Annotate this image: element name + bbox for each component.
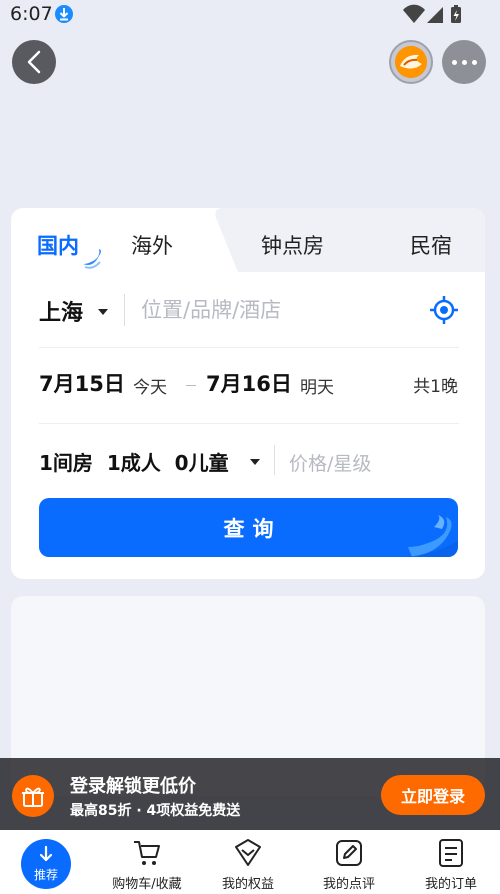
nights-count: 共1晚 <box>413 377 458 397</box>
wifi-icon <box>403 4 425 23</box>
cart-icon <box>134 841 160 865</box>
diamond-icon <box>235 839 261 866</box>
checkin-day: 今天 <box>133 378 167 398</box>
nav-label-recommend: 推荐 <box>33 868 58 882</box>
nav-item-cart-favorites[interactable]: 购物车/收藏 <box>103 830 191 894</box>
query-button-label: 查询 <box>223 518 282 541</box>
more-button[interactable] <box>442 40 486 84</box>
chevron-left-icon <box>27 50 41 74</box>
room-guest-selector[interactable]: 1间房 1成人 0儿童 <box>39 447 229 476</box>
status-time: 6:07 <box>10 3 53 25</box>
gift-icon <box>12 775 54 817</box>
caret-down-icon <box>250 459 260 465</box>
tab-homestay[interactable]: 民宿 <box>410 230 452 260</box>
system-status-icons <box>403 4 461 23</box>
tab-hourly-room[interactable]: 钟点房 <box>261 230 324 260</box>
edit-review-icon <box>336 840 362 866</box>
banner-title: 登录解锁更低价 <box>70 776 196 797</box>
checkin-date[interactable]: 7月15日 <box>39 368 125 398</box>
more-dot <box>452 60 457 65</box>
avatar <box>395 46 427 78</box>
arrow-down-icon <box>39 845 53 862</box>
tab-overseas[interactable]: 海外 <box>131 230 173 260</box>
nav-item-recommend[interactable]: 推荐 <box>21 839 71 889</box>
download-icon <box>55 5 73 23</box>
signal-icon <box>427 7 443 23</box>
query-button[interactable]: 查询 <box>39 498 458 557</box>
login-button[interactable]: 立即登录 <box>381 775 485 815</box>
hotel-search-card: 国内 海外 钟点房 民宿 上海 7月15日 今天 7月16日 明天 共1晚 1间… <box>11 208 485 579</box>
price-star-filter[interactable]: 价格/星级 <box>289 449 371 476</box>
nav-label: 我的权益 <box>221 877 274 892</box>
status-bar: 6:07 <box>0 0 500 28</box>
nav-item-reviews[interactable]: 我的点评 <box>308 830 390 894</box>
checkout-date[interactable]: 7月16日 <box>206 368 292 398</box>
back-button[interactable] <box>12 40 56 84</box>
nav-item-orders[interactable]: 我的订单 <box>410 830 492 894</box>
mascot-icon <box>395 46 427 78</box>
order-list-icon <box>439 839 463 867</box>
nav-item-benefits[interactable]: 我的权益 <box>207 830 289 894</box>
banner-subtitle: 最高85折 · 4项权益免费送 <box>70 803 241 819</box>
login-button-label: 立即登录 <box>400 789 465 806</box>
city-selector[interactable]: 上海 <box>39 295 83 327</box>
nav-label: 我的点评 <box>322 877 375 892</box>
bottom-nav: 购物车/收藏 我的权益 我的点评 我的订单 <box>0 830 500 894</box>
tab-domestic[interactable]: 国内 <box>37 230 79 260</box>
avatar-button[interactable] <box>389 40 433 84</box>
battery-icon <box>451 5 461 23</box>
keyword-search-input[interactable] <box>141 292 411 328</box>
active-tab-wave-icon <box>83 249 101 269</box>
more-dot <box>462 60 467 65</box>
caret-down-icon <box>98 309 108 315</box>
locate-icon[interactable] <box>429 295 459 325</box>
nav-label: 购物车/收藏 <box>112 877 182 892</box>
more-dot <box>472 60 477 65</box>
checkout-day: 明天 <box>300 378 334 398</box>
nav-label: 我的订单 <box>424 877 477 892</box>
